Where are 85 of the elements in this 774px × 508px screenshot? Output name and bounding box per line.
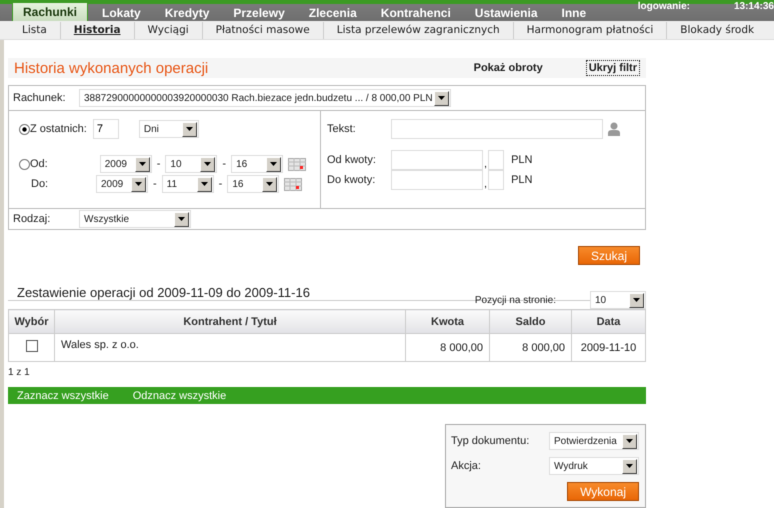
caret-icon	[186, 127, 193, 131]
caret-icon	[626, 439, 633, 443]
radio-label: Z ostatnich:	[30, 123, 87, 135]
field-label: Do:	[30, 178, 50, 190]
login-time: 13:14:36	[734, 1, 774, 12]
caret-icon	[626, 464, 633, 468]
document-select[interactable]: Potwierdzenia	[549, 432, 639, 450]
document-select[interactable]: Wydruk	[549, 457, 639, 475]
text-input[interactable]	[391, 119, 603, 139]
table-cell: Wales sp. z o.o.	[61, 339, 139, 351]
unit-select[interactable]: Dni	[138, 120, 199, 138]
submenu-tab[interactable]: Lista	[9, 22, 61, 38]
amount-input[interactable]	[391, 150, 483, 170]
caret-icon	[204, 162, 212, 166]
menu-tab[interactable]: Zlecenia	[308, 4, 357, 21]
month-select[interactable]: 11	[162, 175, 214, 193]
table-cell: 8 000,00	[522, 342, 565, 354]
date-separator: -	[156, 158, 160, 170]
caret-icon	[266, 182, 274, 186]
menu-tab[interactable]: Inne	[562, 4, 586, 21]
action-link[interactable]: Pokaż obroty	[470, 60, 546, 76]
cents-input[interactable]	[488, 150, 504, 170]
table-cell: 2009-11-10	[580, 342, 636, 354]
submenu-tab[interactable]: Harmonogram płatności	[514, 22, 668, 38]
caret-icon	[178, 217, 185, 221]
person-icon[interactable]	[608, 122, 620, 136]
caret-icon	[200, 182, 208, 186]
decimal-separator: ,	[484, 178, 488, 190]
submenu-tab[interactable]: Blokady środk	[667, 22, 754, 38]
calendar-icon[interactable]	[288, 158, 306, 170]
column-header: Data	[572, 310, 646, 334]
per-page-label: Pozycji na stronie:	[474, 295, 556, 306]
date-separator: -	[218, 178, 222, 190]
menu-tab[interactable]: Kredyty	[164, 4, 210, 21]
radio-button[interactable]	[19, 124, 30, 134]
pager-text: 1 z 1	[8, 367, 31, 378]
field-label: Rodzaj:	[13, 213, 52, 225]
caret-icon	[438, 96, 445, 100]
radio-button[interactable]	[19, 158, 30, 170]
menu-tab[interactable]: Lokaty	[102, 4, 141, 21]
checkbox[interactable]	[26, 340, 38, 352]
field-label: Akcja:	[451, 460, 481, 472]
column-header: Wybór	[8, 310, 54, 334]
menu-tab[interactable]: Rachunki	[12, 2, 88, 21]
field-label: Typ dokumentu:	[451, 435, 530, 447]
date-separator: -	[153, 178, 157, 190]
submenu-tab[interactable]: Lista przelewów zagranicznych	[324, 22, 514, 38]
caret-icon	[270, 162, 278, 166]
day-select[interactable]: 16	[231, 155, 284, 173]
field-label: Do kwoty:	[327, 174, 376, 186]
login-label: logowanie:	[638, 1, 690, 12]
currency-label: PLN	[511, 174, 532, 186]
radio-label: Od:	[30, 158, 48, 170]
cents-input[interactable]	[488, 170, 504, 190]
submenu-tab[interactable]: Płatności masowe	[202, 22, 324, 38]
column-header: Kwota	[406, 310, 490, 334]
type-select[interactable]: Wszystkie	[79, 210, 191, 228]
page-title: Historia wykonanych operacji	[14, 60, 210, 76]
menu-tab[interactable]: Ustawienia	[474, 4, 538, 21]
column-header: Saldo	[490, 310, 572, 334]
day-select[interactable]: 16	[227, 175, 280, 193]
table-cell: 8 000,00	[440, 342, 483, 354]
menu-tab[interactable]: Kontrahenci	[380, 4, 451, 21]
submenu-tab[interactable]: Historia	[60, 22, 135, 38]
caret-icon	[138, 162, 146, 166]
days-input[interactable]: 7	[92, 119, 119, 139]
field-label: Od kwoty:	[327, 154, 377, 166]
per-page-select[interactable]: 10	[590, 291, 646, 309]
decimal-separator: ,	[484, 158, 488, 170]
amount-input[interactable]	[391, 170, 483, 190]
year-select[interactable]: 2009	[96, 175, 148, 193]
caret-icon	[633, 298, 640, 302]
date-separator: -	[222, 158, 226, 170]
year-select[interactable]: 2009	[100, 155, 152, 173]
calendar-icon[interactable]	[284, 178, 302, 190]
field-label: Rachunek:	[13, 92, 67, 104]
menu-tab[interactable]: Przelewy	[233, 4, 285, 21]
caret-icon	[135, 182, 142, 186]
action-link[interactable]: Ukryj filtr	[586, 60, 640, 76]
field-label: Tekst:	[327, 123, 357, 135]
currency-label: PLN	[511, 154, 532, 166]
account-select[interactable]: 38872900000000003920000030 Rach.biezace jedn.budzetu ... / 8 000,00 PLN	[79, 89, 451, 107]
column-header: Kontrahent / Tytuł	[54, 310, 406, 334]
month-select[interactable]: 10	[165, 155, 218, 173]
submenu-tab[interactable]: Wyciągi	[134, 22, 203, 38]
